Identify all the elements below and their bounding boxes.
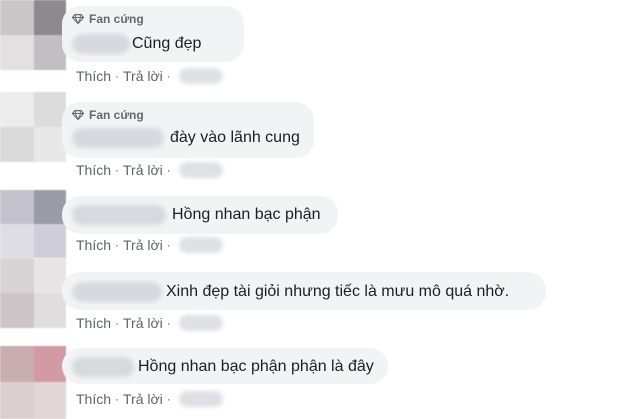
badge-label: Fan cứng [89,108,144,122]
avatar[interactable] [0,346,66,419]
diamond-icon [72,110,84,120]
like-link[interactable]: Thích [76,391,111,407]
timestamp[interactable] [178,237,223,253]
comment-actions: Thích · Trả lời · [76,235,223,255]
separator: · [166,163,171,177]
avatar[interactable] [0,258,66,328]
avatar[interactable] [0,0,66,70]
author-name[interactable] [72,205,166,225]
author-name[interactable] [72,357,134,377]
timestamp[interactable] [178,68,223,84]
comment-actions: Thích · Trả lời · [76,313,223,333]
author-name[interactable] [72,128,164,148]
separator: · [115,316,120,330]
comment-actions: Thích · Trả lời · [76,160,223,180]
comment-bubble: Xinh đẹp tài giỏi nhưng tiếc là mưu mô q… [62,272,546,310]
separator: · [115,163,120,177]
avatar[interactable] [0,190,66,258]
like-link[interactable]: Thích [76,315,111,331]
separator: · [115,392,120,406]
diamond-icon [72,14,84,24]
reply-link[interactable]: Trả lời [123,162,163,178]
separator: · [166,69,171,83]
reply-link[interactable]: Trả lời [123,237,163,253]
reply-link[interactable]: Trả lời [123,391,163,407]
comment-bubble: Hồng nhan bạc phận [62,196,338,234]
reply-link[interactable]: Trả lời [123,68,163,84]
like-link[interactable]: Thích [76,68,111,84]
separator: · [115,238,120,252]
fan-badge: Fan cứng [72,108,144,122]
author-name[interactable] [72,34,130,54]
comment-text: Xinh đẹp tài giỏi nhưng tiếc là mưu mô q… [166,283,510,300]
reply-link[interactable]: Trả lời [123,315,163,331]
separator: · [166,238,171,252]
like-link[interactable]: Thích [76,162,111,178]
comment-bubble: Fan cứng đày vào lãnh cung [62,102,314,158]
avatar[interactable] [0,92,66,162]
separator: · [166,316,171,330]
separator: · [166,392,171,406]
author-name[interactable] [72,282,162,302]
timestamp[interactable] [178,391,223,407]
badge-label: Fan cứng [89,12,144,26]
fan-badge: Fan cứng [72,12,144,26]
comment-actions: Thích · Trả lời · [76,66,223,86]
comment-text: Cũng đẹp [132,35,202,52]
separator: · [115,69,120,83]
comment-text: đày vào lãnh cung [170,129,300,146]
comment-text: Hồng nhan bạc phận phận là đây [138,358,374,375]
comment-bubble: Fan cứng Cũng đẹp [62,6,244,62]
like-link[interactable]: Thích [76,237,111,253]
comment-actions: Thích · Trả lời · [76,389,223,409]
timestamp[interactable] [178,162,223,178]
timestamp[interactable] [178,315,223,331]
comment-thread: Fan cứng Cũng đẹp Thích · Trả lời · Fan … [0,0,625,419]
comment-bubble: Hồng nhan bạc phận phận là đây [62,348,388,384]
comment-text: Hồng nhan bạc phận [172,206,321,223]
